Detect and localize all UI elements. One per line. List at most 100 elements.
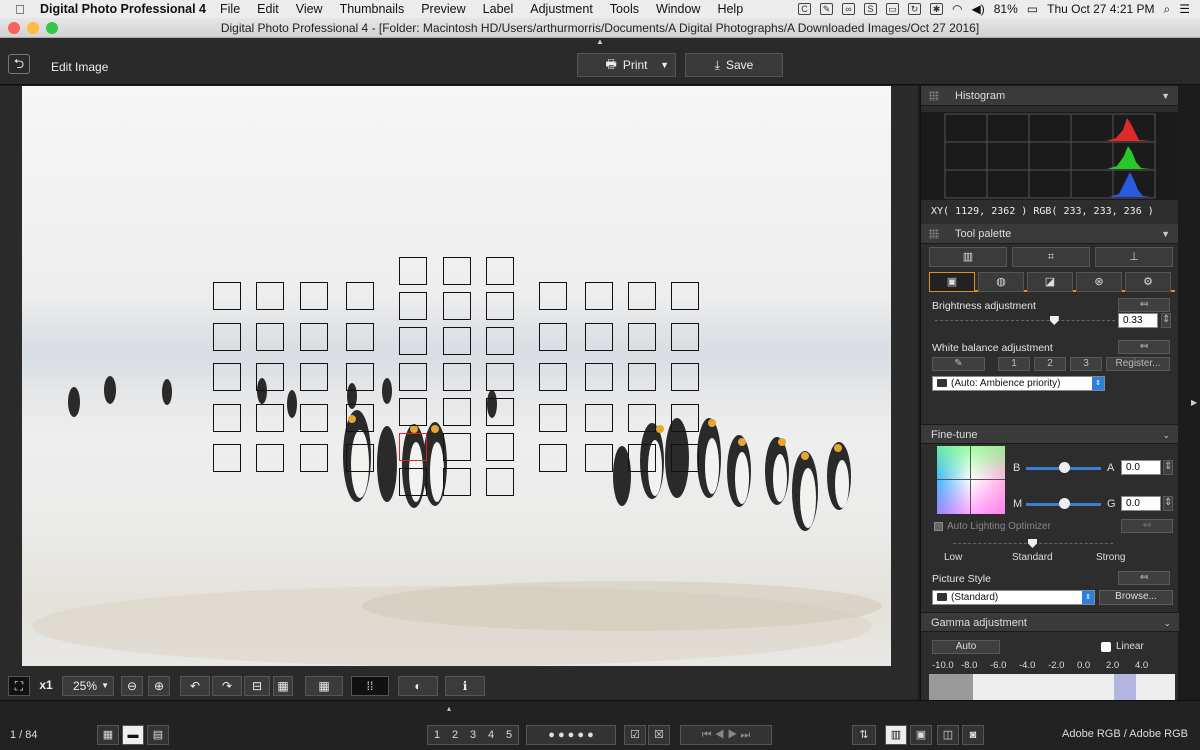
register-button[interactable]: Register... (1106, 357, 1170, 371)
g-stepper[interactable]: ⇕ (1163, 496, 1173, 511)
tab-detail-icon[interactable]: ◍ (978, 272, 1024, 292)
chevron-down-icon[interactable]: ▼ (1161, 224, 1170, 244)
thumbnail-view-icon[interactable]: ▦ (97, 725, 119, 745)
tab-basic[interactable]: ▥ (929, 247, 1007, 267)
menu-preview[interactable]: Preview (421, 2, 465, 16)
picture-style-reset-button[interactable]: ⤆ (1118, 571, 1170, 585)
brightness-value[interactable]: 0.33 (1118, 313, 1158, 328)
alo-checkbox[interactable] (934, 522, 943, 531)
brightness-stepper[interactable]: ⇕ (1161, 313, 1171, 328)
c-app-icon[interactable]: C (798, 3, 812, 15)
af-points-icon[interactable]: ⁞⁞ (351, 676, 389, 696)
minimize-window-icon[interactable] (27, 22, 39, 34)
zoom-out-icon[interactable]: ⊖ (121, 676, 143, 696)
wb-reset-button[interactable]: ⤆ (1118, 340, 1170, 354)
edit-panel-icon[interactable]: ▣ (910, 725, 932, 745)
crop-panel-icon[interactable]: ◫ (937, 725, 959, 745)
eyedropper-icon[interactable]: ✎ (932, 357, 985, 371)
collapse-toolbar-icon[interactable]: ▲ (596, 37, 604, 46)
reject-mark-icon[interactable]: ☒ (648, 725, 670, 745)
wb-preset-3[interactable]: 3 (1070, 357, 1102, 371)
alo-slider-thumb[interactable] (1028, 539, 1037, 548)
fit-window-icon[interactable]: ⛶ (8, 676, 30, 696)
chevron-double-down-icon[interactable]: ⌄ (1163, 613, 1171, 633)
chevron-double-down-icon[interactable]: ⌄ (1162, 425, 1170, 445)
picture-style-select[interactable]: (Standard) ⇕ (932, 590, 1095, 605)
white-balance-select[interactable]: (Auto: Ambience priority) ⇕ (932, 376, 1105, 391)
check-mark-icon[interactable]: ☑ (624, 725, 646, 745)
sync-icon[interactable]: ↻ (908, 3, 922, 15)
rating-4-button[interactable]: 4 (488, 726, 494, 744)
clock[interactable]: Thu Oct 27 4:21 PM (1047, 2, 1154, 16)
wb-preset-1[interactable]: 1 (998, 357, 1030, 371)
rating-5-button[interactable]: 5 (506, 726, 512, 744)
browse-button[interactable]: Browse... (1099, 590, 1173, 605)
rating-2-button[interactable]: 2 (452, 726, 458, 744)
menu-window[interactable]: Window (656, 2, 700, 16)
brightness-reset-button[interactable]: ⤆ (1118, 298, 1170, 312)
brightness-slider[interactable] (935, 320, 1115, 321)
color-grid[interactable] (937, 446, 1005, 514)
menu-edit[interactable]: Edit (257, 2, 279, 16)
menu-tools[interactable]: Tools (610, 2, 639, 16)
menu-list-icon[interactable]: ☰ (1179, 2, 1190, 16)
camera-icon[interactable]: ◙ (962, 725, 984, 745)
rotate-right-icon[interactable]: ↷ (212, 676, 242, 696)
zoom-select[interactable]: 25% ▼ (62, 676, 114, 696)
gamma-auto-button[interactable]: Auto (932, 640, 1000, 654)
alo-reset-button[interactable]: ⤆ (1121, 519, 1173, 533)
menu-label[interactable]: Label (483, 2, 514, 16)
search-icon[interactable]: ⌕ (1164, 2, 1171, 17)
close-window-icon[interactable] (8, 22, 20, 34)
rating-1-button[interactable]: 1 (434, 726, 440, 744)
chevron-down-icon[interactable]: ▼ (660, 60, 669, 70)
battery-icon[interactable]: ▭ (1027, 2, 1038, 16)
volume-icon[interactable]: ◀) (972, 2, 985, 16)
gamma-graph[interactable] (929, 674, 1175, 700)
photo-preview[interactable] (22, 86, 891, 666)
creative-cloud-icon[interactable]: ∞ (842, 3, 856, 15)
app-menu[interactable]: Digital Photo Professional 4 (40, 2, 206, 16)
display-icon[interactable]: ▭ (886, 3, 900, 15)
bluetooth-icon[interactable]: ✱ (930, 3, 944, 15)
save-button[interactable]: ⤓ Save (685, 53, 783, 77)
magnify-button[interactable]: x1 (33, 676, 59, 696)
linear-checkbox[interactable] (1101, 642, 1111, 652)
single-view-icon[interactable]: ▬ (122, 725, 144, 745)
info-icon[interactable]: ℹ (445, 676, 485, 696)
menu-help[interactable]: Help (717, 2, 743, 16)
gamma-header[interactable]: Gamma adjustment ⌄ (921, 612, 1179, 632)
tab-exposure-icon[interactable]: ▣ (929, 272, 975, 292)
menu-adjustment[interactable]: Adjustment (530, 2, 593, 16)
brightness-slider-thumb[interactable] (1049, 316, 1059, 325)
grid-overlay-icon[interactable]: ▦ (305, 676, 343, 696)
wifi-icon[interactable]: ◠ (952, 2, 962, 16)
a-value[interactable]: 0.0 (1121, 460, 1161, 475)
sort-icon[interactable]: ⇅ (852, 725, 876, 745)
back-button[interactable]: ⮌ (8, 54, 30, 74)
zoom-window-icon[interactable] (46, 22, 58, 34)
expand-filmstrip-icon[interactable]: ▴ (447, 704, 451, 713)
tab-color-icon[interactable]: ⊛ (1076, 272, 1122, 292)
apple-menu-icon[interactable]:  (0, 2, 40, 17)
b-slider-thumb[interactable] (1059, 462, 1070, 473)
fine-tune-header[interactable]: Fine-tune ⌄ (921, 424, 1178, 444)
tab-stamp[interactable]: ⊥ (1095, 247, 1173, 267)
shield-app-icon[interactable]: S (864, 3, 878, 15)
tab-settings-icon[interactable]: ⚙ (1125, 272, 1171, 292)
m-slider-thumb[interactable] (1059, 498, 1070, 509)
zoom-in-icon[interactable]: ⊕ (148, 676, 170, 696)
tool-palette-header[interactable]: Tool palette ▼ (921, 224, 1178, 244)
tab-crop[interactable]: ⌗ (1012, 247, 1090, 267)
print-button[interactable]: 🖶 Print ▼ (577, 53, 676, 77)
histogram-header[interactable]: Histogram ▼ (921, 86, 1178, 106)
rating-3-button[interactable]: 3 (470, 726, 476, 744)
chevron-down-icon[interactable]: ▼ (1161, 86, 1170, 106)
label-dots[interactable]: ● ● ● ● ● (526, 725, 616, 745)
menu-thumbnails[interactable]: Thumbnails (340, 2, 405, 16)
edit-app-icon[interactable]: ✎ (820, 3, 834, 15)
rotate-left-icon[interactable]: ↶ (180, 676, 210, 696)
highlight-warning-icon[interactable]: ◐ (398, 676, 438, 696)
menu-file[interactable]: File (220, 2, 240, 16)
g-value[interactable]: 0.0 (1121, 496, 1161, 511)
